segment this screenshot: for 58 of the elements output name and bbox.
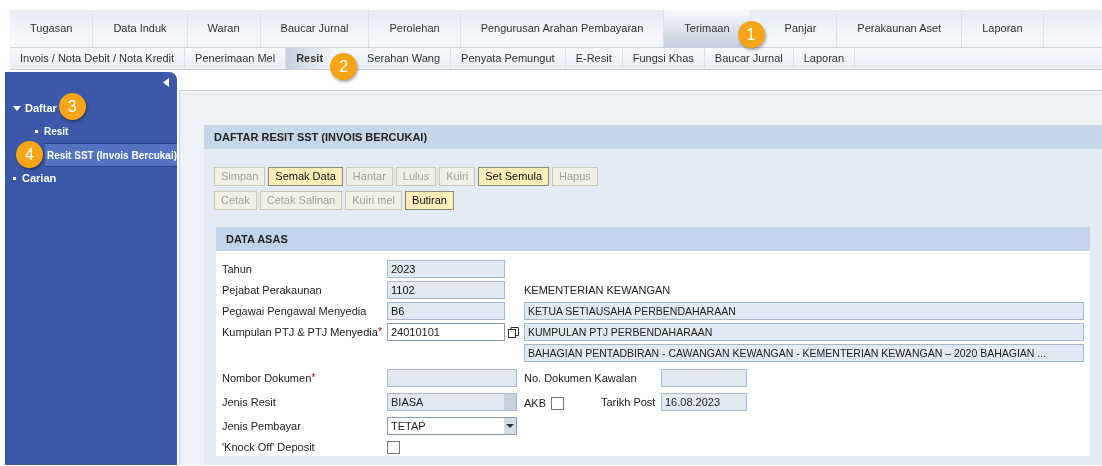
expanded-caret-icon[interactable] [13,104,21,112]
copy-icon[interactable] [508,326,519,338]
field-label: Kumpulan PTJ & PTJ Menyedia [222,325,378,339]
required-mark: * [311,371,316,383]
sidebar-item[interactable]: Carian [22,169,57,187]
menu-tab[interactable]: Laporan [962,10,1044,47]
callout-badge: 4 [16,141,43,168]
menu-tab[interactable]: Panjar [764,10,838,47]
action-button[interactable]: Set Semula [478,167,550,186]
field-label: 'Knock Off' Deposit [222,440,315,454]
callout-badge: 3 [58,93,86,120]
submenu-tab[interactable]: E-Resit [565,48,623,69]
card-title: DAFTAR RESIT SST (INVOIS BERCUKAI) [204,125,1102,149]
action-button[interactable]: Semak Data [268,167,343,186]
menu-tab[interactable]: Baucar Jurnal [260,10,370,47]
field-label: No. Dokumen Kawalan [524,372,638,384]
input-field[interactable]: 24010101 [387,323,505,341]
submenu-tab[interactable]: Invois / Nota Debit / Nota Kredit [10,48,186,69]
caret-icon [504,418,516,434]
readonly-field: B6 [387,302,505,320]
menu-tab[interactable]: Waran [187,10,261,47]
menu-tab[interactable]: Perolehan [369,10,461,47]
sidebar-item[interactable]: Resit SST (Invois Bercukai) [45,143,177,167]
field-label: AKB [524,398,546,409]
field-label: Pejabat Perakaunan [222,283,322,297]
menu-tab[interactable]: Tugasan [10,10,94,47]
checkbox[interactable] [551,397,564,410]
action-button[interactable]: Butiran [405,191,454,210]
submenu-tab[interactable]: Baucar Jurnal [704,48,794,69]
submenu-tab[interactable]: Resit [286,48,334,69]
field-label: Pegawai Pengawal Menyedia [222,304,367,318]
sidebar-item[interactable]: Resit [5,119,177,143]
menu-tab[interactable]: Perakaunan Aset [837,10,963,47]
sidebar-item[interactable]: Daftar [25,99,57,117]
field-label: Nombor Dokumen [222,371,312,385]
collapse-icon[interactable] [163,78,169,87]
readonly-field: BAHAGIAN PENTADBIRAN - CAWANGAN KEWANGAN - KEMENTERIAN KEWANGAN – 2020 BAHAGIAN ... [524,344,1084,362]
submenu-tab[interactable]: Penyata Pemungut [451,48,566,69]
field-label: Tahun [222,262,252,276]
submenu-tab[interactable]: Serahan Wang [357,48,452,69]
dropdown[interactable]: TETAP [387,417,517,435]
bullet-icon [13,176,16,180]
readonly-field: 2023 [387,260,505,278]
checkbox[interactable] [387,440,400,454]
callout-badge: 2 [330,53,358,80]
field-label: Jenis Pembayar [222,419,301,433]
office-name: KEMENTERIAN KEWANGAN [524,284,671,296]
field-label: Tarikh Post [601,396,657,408]
submenu-tab[interactable]: Laporan [793,48,856,69]
readonly-field: KUMPULAN PTJ PERBENDAHARAAN [524,323,1084,341]
readonly-field: 1102 [387,281,505,299]
required-mark: * [377,325,383,337]
submenu-tab[interactable]: Fungsi Khas [622,48,705,69]
readonly-field: KETUA SETIAUSAHA PERBENDAHARAAN [524,302,1084,320]
field-label: Jenis Resit [222,395,276,409]
readonly-field: 16.08.2023 [661,393,747,411]
menu-tab[interactable]: Data Induk [93,10,188,47]
section-title: DATA ASAS [216,227,1090,251]
